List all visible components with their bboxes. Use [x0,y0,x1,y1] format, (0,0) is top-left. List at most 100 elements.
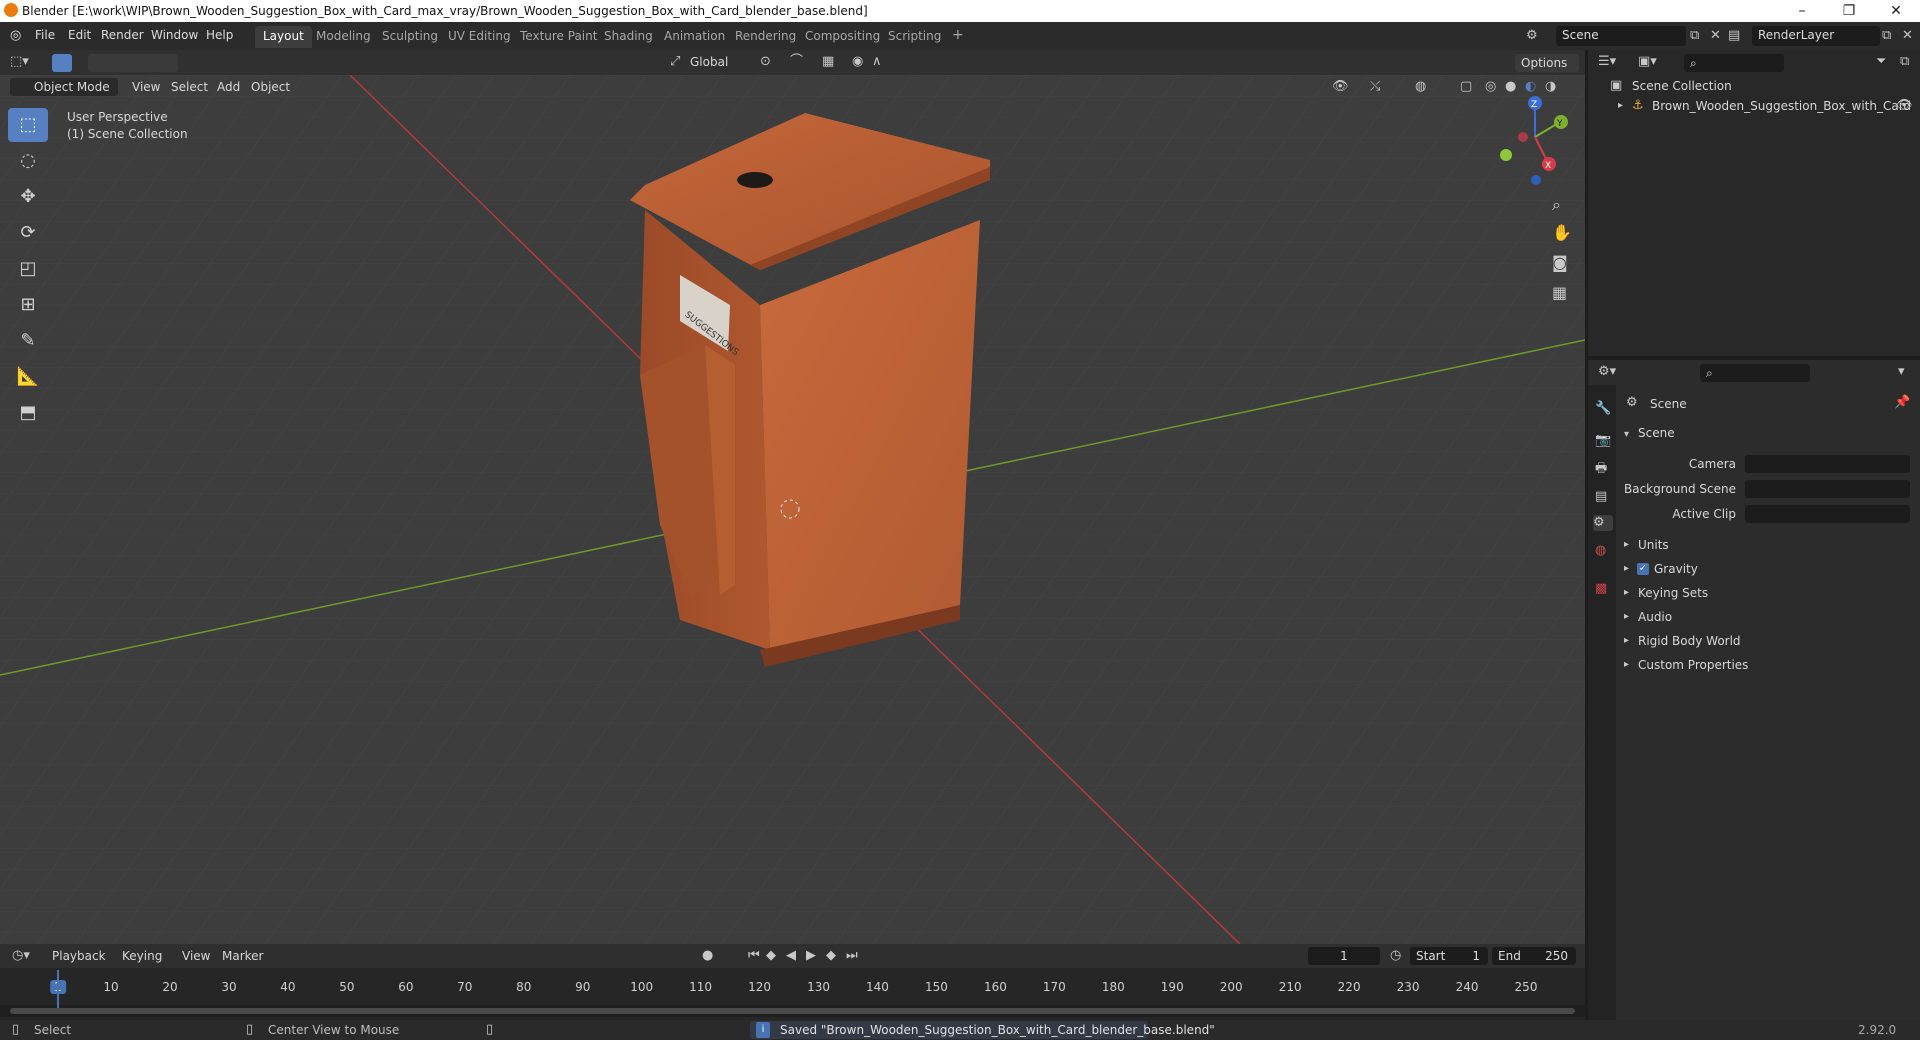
gravity-arrow-icon[interactable]: ▸ [1624,561,1629,577]
select-tool-icon[interactable] [52,54,72,72]
gravity-checkbox[interactable]: ✓ [1637,563,1649,575]
timeline-keying-menu[interactable]: Keying [122,949,162,963]
transform-orientation-dropdown[interactable]: Global [690,55,728,69]
tab-rendering[interactable]: Rendering [727,26,804,48]
gravity-panel[interactable]: Gravity [1654,562,1698,576]
3d-viewport[interactable]: SUGGESTIONS Z Y X User Perspective (1) S… [0,75,1585,944]
editor-type-icon[interactable]: ⬚▾ [10,54,29,70]
audio-arrow-icon[interactable]: ▸ [1624,609,1629,625]
move-tool-icon[interactable]: ✥ [8,180,48,214]
menu-render[interactable]: Render [101,28,144,42]
end-frame-field[interactable]: End 250 [1492,947,1576,965]
scene-collection-label[interactable]: Scene Collection [1632,79,1732,93]
tab-compositing[interactable]: Compositing [797,26,888,48]
snap-target-icon[interactable]: ▦ [822,54,834,70]
select-box-tool-icon[interactable]: ⬚ [8,108,48,142]
add-cube-tool-icon[interactable]: ⬒ [8,396,48,430]
tab-texture-paint[interactable]: Texture Paint [512,26,605,48]
custom-props-arrow-icon[interactable]: ▸ [1624,657,1629,673]
add-workspace-button[interactable]: + [944,26,972,48]
outliner-item-suggestion-box[interactable]: Brown_Wooden_Suggestion_Box_with_Card [1652,99,1911,113]
keying-sets-arrow-icon[interactable]: ▸ [1624,585,1629,601]
start-frame-field[interactable]: Start 1 [1410,947,1488,965]
timeline-playback-menu[interactable]: Playback [52,949,106,963]
pivot-point-icon[interactable]: ⊙ [760,54,771,70]
prev-keyframe-icon[interactable]: ◆ [766,948,776,964]
scene-panel-title[interactable]: Scene [1638,426,1675,440]
blender-menu-icon[interactable]: ◎ [10,28,21,44]
current-frame-field[interactable]: 1 [1308,947,1380,965]
tab-scripting[interactable]: Scripting [880,26,949,48]
jump-start-icon[interactable]: ⏮ [748,948,760,964]
zoom-icon[interactable]: ⌕ [1552,197,1561,213]
suggestion-box-model[interactable] [630,113,990,667]
measure-tool-icon[interactable]: 📐 [8,360,48,394]
tab-uv-editing[interactable]: UV Editing [440,26,519,48]
scene-name-field[interactable]: Scene [1556,26,1686,46]
play-reverse-icon[interactable]: ◀ [786,948,796,964]
menu-help[interactable]: Help [206,28,233,42]
tab-modeling[interactable]: Modeling [308,26,379,48]
properties-editor-type-icon[interactable]: ⚙▾ [1598,364,1616,380]
scene-panel-arrow-icon[interactable]: ▾ [1624,427,1629,443]
pan-hand-icon[interactable]: ✋ [1552,225,1572,241]
rendered-shading-icon[interactable]: ◑ [1545,79,1556,95]
tab-animation[interactable]: Animation [656,26,733,48]
background-scene-field[interactable] [1745,480,1910,498]
viewport-menu-select[interactable]: Select [171,80,208,94]
display-mode-icon[interactable]: ▣▾ [1638,54,1657,70]
viewport-menu-object[interactable]: Object [251,80,290,94]
eye-visibility-icon[interactable]: 👁 [1896,98,1913,114]
menu-file[interactable]: File [35,28,55,42]
xray-toggle-icon[interactable]: ▢ [1460,79,1472,95]
perspective-toggle-icon[interactable]: ▦ [1552,285,1567,301]
view-layer-browse-icon[interactable]: ▤ [1728,28,1740,44]
object-mode-dropdown[interactable]: Object Mode [10,78,118,96]
preview-range-icon[interactable]: ◷ [1390,948,1401,964]
new-collection-icon[interactable]: ⧉ [1900,54,1909,70]
scale-tool-icon[interactable]: ◰ [8,252,48,286]
render-layer-field[interactable]: RenderLayer [1752,26,1880,46]
outliner-search-input[interactable]: ⌕ [1684,54,1784,72]
menu-window[interactable]: Window [151,28,198,42]
active-clip-field[interactable] [1745,505,1910,523]
timeline-scroll-handle[interactable] [10,1008,1575,1014]
new-view-layer-icon[interactable]: ⧉ [1882,28,1891,44]
selection-mode-buttons[interactable] [88,54,178,72]
overlay-toggle-icon[interactable]: ◍ [1415,79,1426,95]
minimize-button[interactable]: – [1782,1,1822,21]
menu-edit[interactable]: Edit [68,28,91,42]
viewport-menu-add[interactable]: Add [217,80,240,94]
render-tab-icon[interactable]: 📷 [1595,433,1611,449]
properties-options-icon[interactable]: ▾ [1898,364,1905,380]
playhead[interactable] [57,970,59,1008]
rigid-body-arrow-icon[interactable]: ▸ [1624,633,1629,649]
snap-icon[interactable]: ⌒ [790,54,803,70]
play-icon[interactable]: ▶ [806,948,816,964]
tool-tab-icon[interactable]: 🔧 [1595,401,1611,417]
visibility-icon[interactable]: 👁 [1332,79,1349,95]
texture-tab-icon[interactable]: ▩ [1595,581,1607,597]
tab-sculpting[interactable]: Sculpting [374,26,446,48]
falloff-icon[interactable]: ∧ [872,54,882,70]
maximize-button[interactable]: ❐ [1829,1,1869,21]
options-dropdown[interactable]: Options [1515,54,1579,72]
scene-browse-icon[interactable]: ⚙ [1526,28,1538,44]
jump-end-icon[interactable]: ⏭ [846,948,858,964]
timeline-view-menu[interactable]: View [182,949,210,963]
pin-icon[interactable]: 📌 [1894,395,1910,411]
next-keyframe-icon[interactable]: ◆ [826,948,836,964]
proportional-edit-icon[interactable]: ◉ [852,54,863,70]
record-icon[interactable]: ● [702,948,713,964]
tab-shading[interactable]: Shading [596,26,661,48]
rigid-body-world-panel[interactable]: Rigid Body World [1638,634,1741,648]
world-tab-icon[interactable]: ◍ [1595,543,1606,559]
units-panel[interactable]: Units [1638,538,1669,552]
expand-arrow-icon[interactable]: ▸ [1618,98,1623,114]
units-arrow-icon[interactable]: ▸ [1624,537,1629,553]
close-button[interactable]: ✕ [1876,1,1916,21]
audio-panel[interactable]: Audio [1638,610,1672,624]
keying-sets-panel[interactable]: Keying Sets [1638,586,1708,600]
rotate-tool-icon[interactable]: ⟳ [8,216,48,250]
timeline-marker-menu[interactable]: Marker [222,949,263,963]
